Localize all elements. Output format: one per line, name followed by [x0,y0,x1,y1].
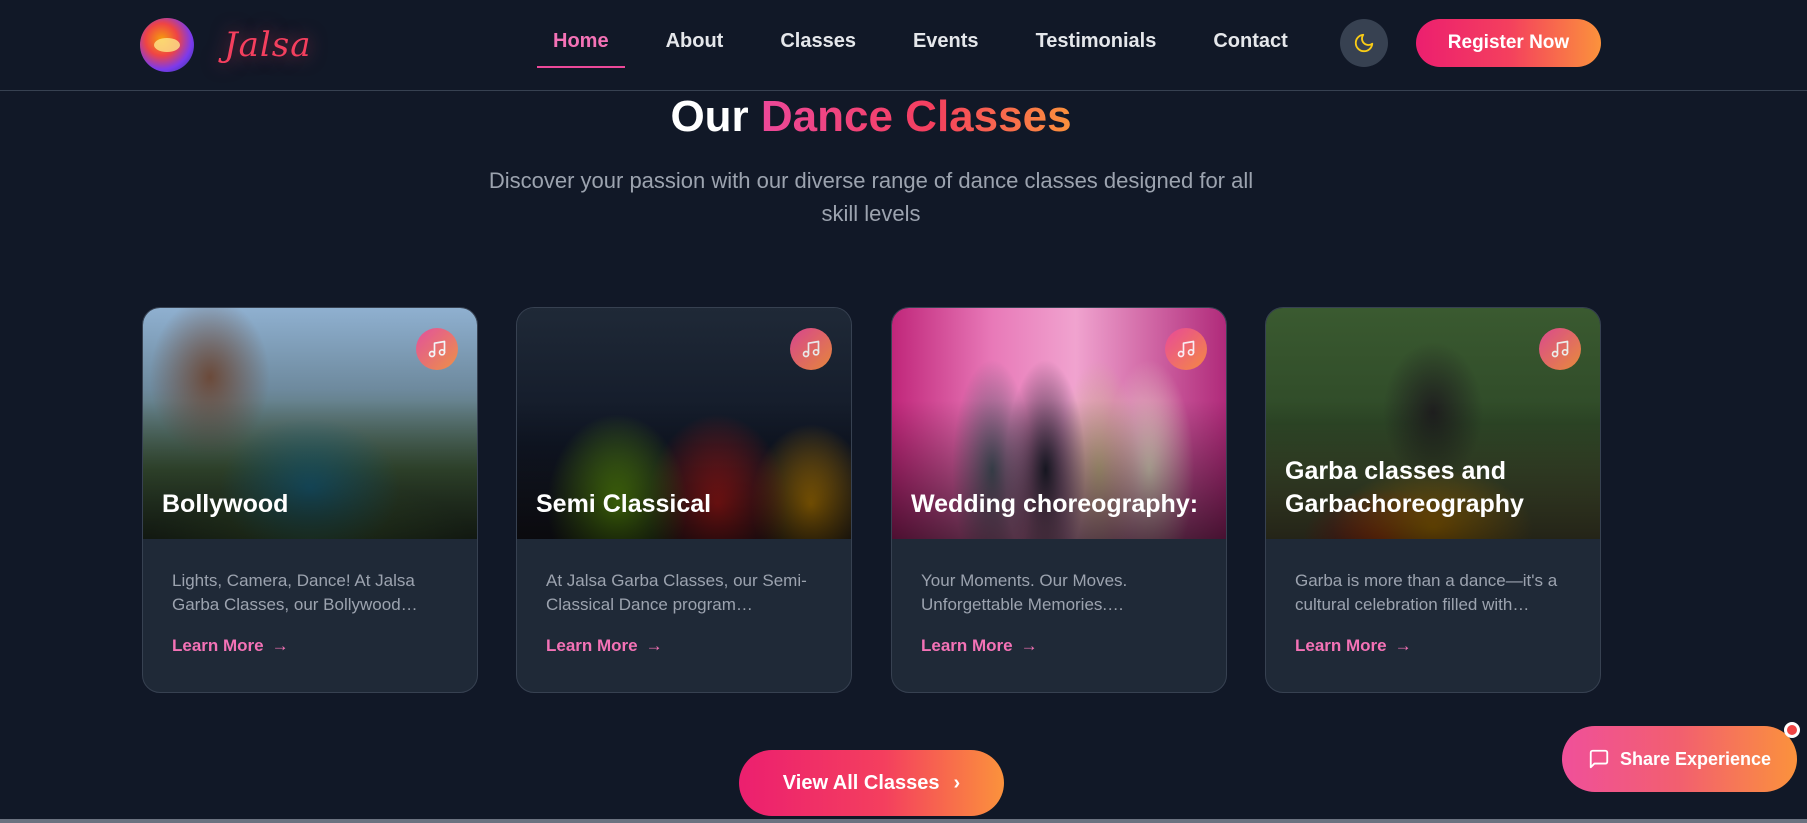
card-image: Garba classes and Garbachoreography [1266,308,1600,539]
chevron-right-icon: › [953,771,961,794]
arrow-right-icon: → [645,636,663,655]
arrow-right-icon: → [271,636,289,655]
card-title: Wedding choreography: [911,490,1199,518]
card-image: Semi Classical [517,308,851,539]
card-image: Bollywood [143,308,477,539]
learn-more-link[interactable]: Learn More → [1295,636,1570,656]
share-experience-label: Share Experience [1619,748,1772,769]
register-now-button[interactable]: Register Now [1416,19,1601,67]
card-title: Garba classes and Garbachoreography [1285,457,1524,518]
nav-about[interactable]: About [650,24,740,68]
share-experience-button[interactable]: Share Experience [1562,726,1797,792]
music-note-icon [1165,328,1207,370]
logo-text: Jalsa [224,25,312,65]
logo[interactable]: Jalsa [140,10,312,80]
page-bottom-divider [0,819,1807,823]
section-title-accent: Dance Classes [760,92,1072,141]
section-title-plain: Our [670,92,761,141]
arrow-right-icon: → [1020,636,1038,655]
learn-more-label: Learn More [546,636,638,655]
music-note-icon [790,328,832,370]
view-all-classes-button[interactable]: View All Classes › [739,750,1004,816]
nav-classes[interactable]: Classes [764,24,872,68]
view-all-label: View All Classes [782,771,940,794]
class-card-bollywood[interactable]: Bollywood Lights, Camera, Dance! At Jals… [142,307,478,693]
site-header: Jalsa Home About Classes Events Testimon… [0,0,1807,91]
notification-dot [1784,722,1800,738]
music-note-icon [416,328,458,370]
section-subtitle: Discover your passion with our diverse r… [488,168,1254,226]
learn-more-link[interactable]: Learn More → [172,636,447,656]
learn-more-label: Learn More [172,636,264,655]
card-image: Wedding choreography: [892,308,1226,539]
card-description: At Jalsa Garba Classes, our Semi-Classic… [546,571,807,614]
learn-more-label: Learn More [1295,636,1387,655]
nav-events[interactable]: Events [897,24,995,68]
class-card-semi-classical[interactable]: Semi Classical At Jalsa Garba Classes, o… [516,307,852,693]
learn-more-label: Learn More [921,636,1013,655]
moon-icon [1354,33,1374,53]
card-description: Garba is more than a dance—it's a cultur… [1295,571,1558,614]
theme-toggle-button[interactable] [1340,19,1388,67]
chat-bubble-icon [1589,749,1609,769]
card-title: Semi Classical [536,490,712,518]
nav-testimonials[interactable]: Testimonials [1020,24,1173,68]
card-description: Your Moments. Our Moves. Unforgettable M… [921,571,1128,614]
learn-more-link[interactable]: Learn More → [546,636,821,656]
main-nav: Home About Classes Events Testimonials C… [537,24,1329,68]
nav-contact[interactable]: Contact [1197,24,1303,68]
class-card-wedding-choreography[interactable]: Wedding choreography: Your Moments. Our … [891,307,1227,693]
logo-emblem [140,18,194,72]
music-note-icon [1539,328,1581,370]
card-title: Bollywood [162,490,289,518]
section-title: Our Dance Classes [0,92,1742,142]
nav-home[interactable]: Home [537,24,625,68]
arrow-right-icon: → [1394,636,1412,655]
learn-more-link[interactable]: Learn More → [921,636,1196,656]
card-description: Lights, Camera, Dance! At Jalsa Garba Cl… [172,571,418,614]
class-card-garba[interactable]: Garba classes and Garbachoreography Garb… [1265,307,1601,693]
